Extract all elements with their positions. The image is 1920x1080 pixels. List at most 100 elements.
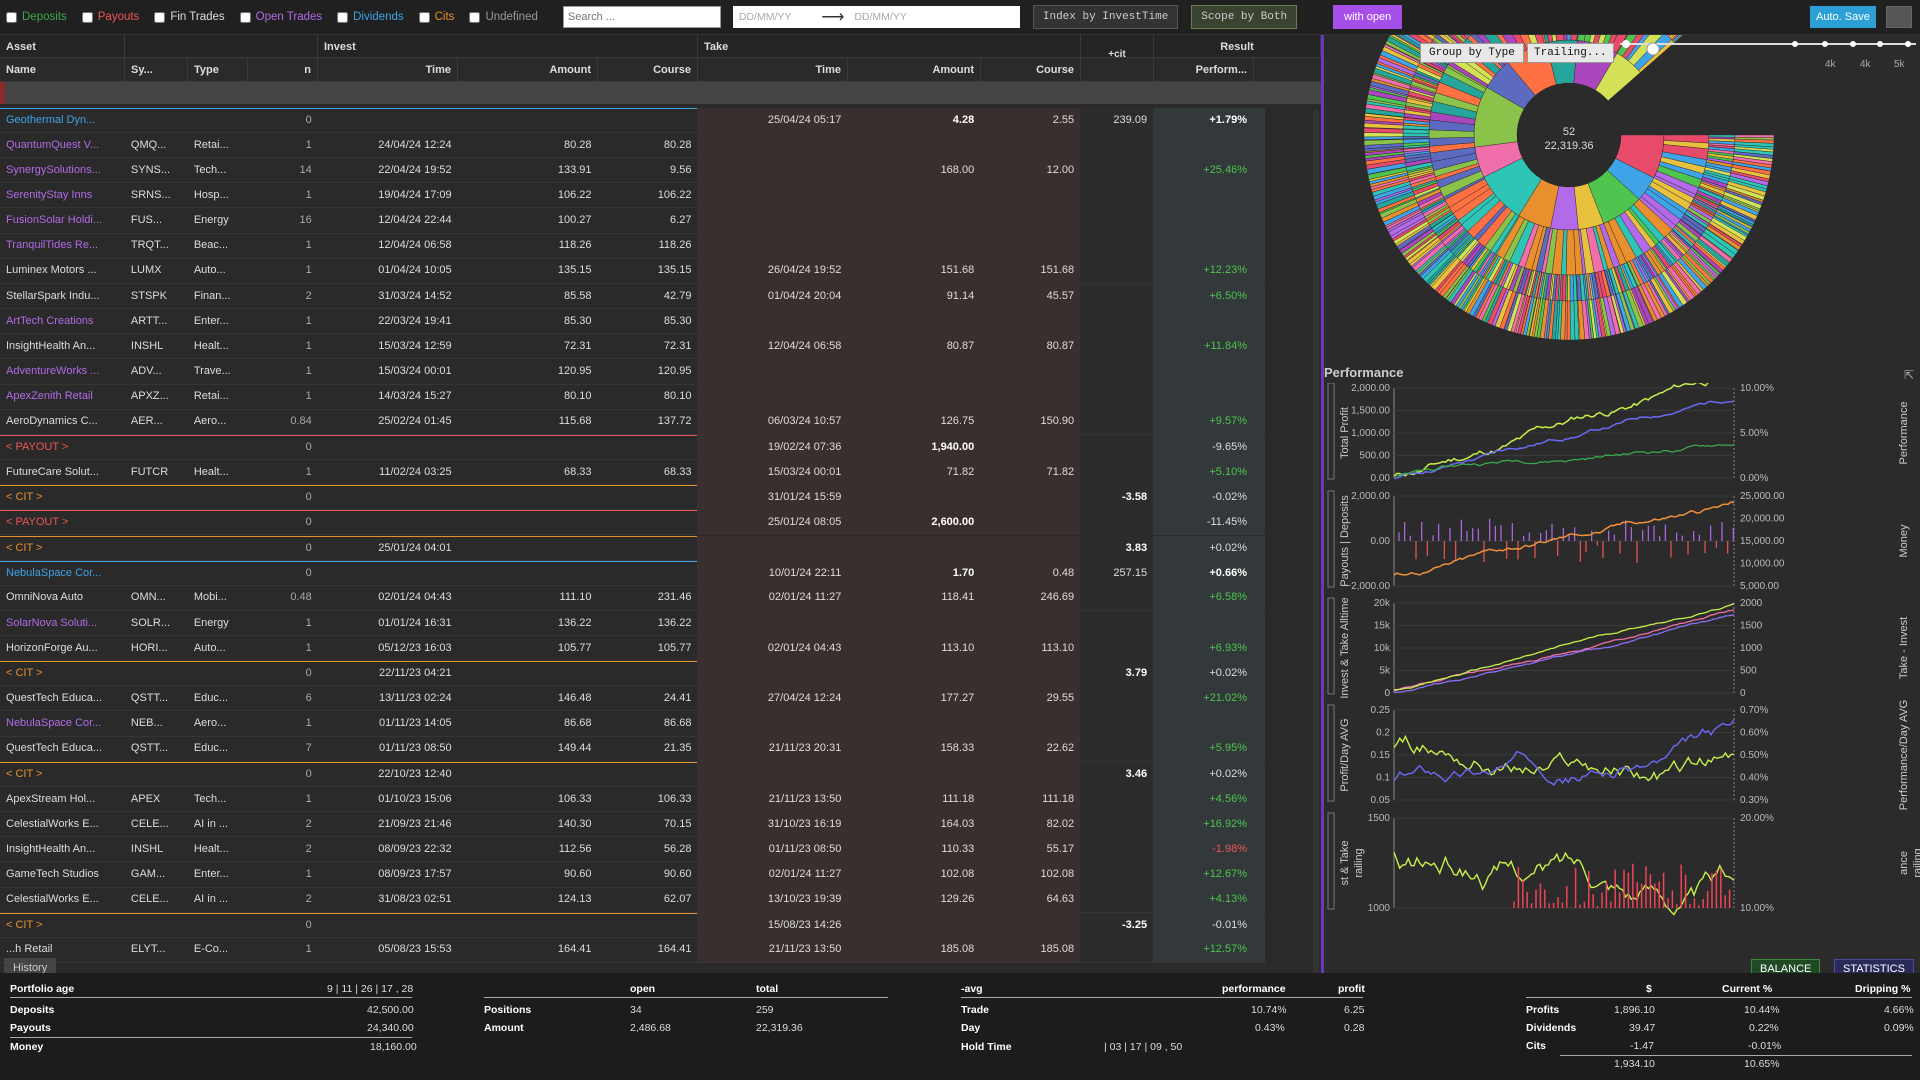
with-open-button[interactable]: with open (1333, 5, 1403, 29)
table-row[interactable]: QuestTech Educa... QSTT... Educ... 7 01/11/2… (0, 736, 1265, 762)
col-performance[interactable]: Perform... (1154, 58, 1254, 81)
table-row[interactable]: StellarSpark Indu... STSPK Finan... 2 31/03/… (0, 283, 1265, 310)
filter-deposits[interactable]: Deposits (6, 11, 67, 23)
table-row[interactable]: FutureCare Solut... FUTCR Healt... 1 11/02/2… (0, 459, 1265, 486)
cell-name[interactable]: < PAYOUT > (0, 510, 125, 535)
table-row[interactable]: < PAYOUT > 0 25/01/24 08:05 2,600.00 -11.45% (0, 510, 1265, 536)
filter-checkbox[interactable] (239, 11, 251, 23)
table-row[interactable]: ApexStream Hol... APEX Tech... 1 01/10/23 15… (0, 786, 1265, 813)
table-row[interactable]: AeroDynamics C... AER... Aero... 0.84 25/02/… (0, 409, 1265, 435)
cell-name[interactable]: StellarSpark Indu... (0, 284, 125, 309)
table-row[interactable]: < PAYOUT > 0 19/02/24 07:36 1,940.00 -9.65% (0, 434, 1265, 460)
table-row[interactable]: NebulaSpace Cor... 0 10/01/24 22:11 1.70 0.4… (0, 560, 1265, 586)
cell-name[interactable]: GameTech Studios (0, 862, 125, 887)
col-cit[interactable] (1081, 58, 1154, 81)
autosave-button[interactable]: Auto. Save (1810, 6, 1876, 28)
table-row[interactable]: GameTech Studios GAM... Enter... 1 08/09/23 … (0, 862, 1265, 888)
col-take-course[interactable]: Course (981, 58, 1081, 81)
table-row[interactable]: HorizonForge Au... HORI... Auto... 1 05/12/2… (0, 635, 1265, 662)
index-by-button[interactable]: Index by InvestTime (1032, 5, 1179, 29)
col-invest-time[interactable]: Time (318, 58, 458, 81)
panel-handle[interactable] (1327, 597, 1335, 695)
col-symbol[interactable]: Sy... (125, 58, 188, 81)
cell-name[interactable]: < CIT > (0, 485, 125, 510)
cell-name[interactable]: QuestTech Educa... (0, 736, 125, 761)
table-row[interactable]: ApexZenith Retail APXZ... Retai... 1 14/03/2… (0, 384, 1265, 410)
cell-name[interactable]: FusionSolar Holdi... (0, 208, 125, 233)
table-row[interactable]: ...h Retail ELYT... E-Co... 1 05/08/23 15:53… (0, 937, 1265, 963)
cell-name[interactable]: CelestialWorks E... (0, 812, 125, 837)
cell-name[interactable]: NebulaSpace Cor... (0, 561, 125, 586)
date-range-picker[interactable]: DD/MM/YY ⟶ DD/MM/YY (732, 6, 1020, 28)
table-row[interactable]: InsightHealth An... INSHL Healt... 1 15/03/2… (0, 333, 1265, 360)
col-name[interactable]: Name (0, 58, 125, 81)
cell-name[interactable]: < CIT > (0, 762, 125, 787)
table-row[interactable]: FusionSolar Holdi... FUS... Energy 16 12/04/… (0, 208, 1265, 234)
cell-name[interactable]: QuestTech Educa... (0, 686, 125, 711)
table-row[interactable]: InsightHealth An... INSHL Healt... 2 08/09/2… (0, 836, 1265, 863)
cell-name[interactable]: AdventureWorks ... (0, 359, 125, 384)
settings-square-button[interactable] (1886, 6, 1912, 28)
cell-name[interactable]: < CIT > (0, 536, 125, 561)
trailing-button[interactable]: Trailing... (1527, 43, 1614, 63)
search-input[interactable] (562, 6, 721, 28)
slider-handle-left[interactable] (1622, 40, 1630, 48)
table-row[interactable]: QuestTech Educa... QSTT... Educ... 6 13/11/2… (0, 685, 1265, 712)
table-row[interactable]: < CIT > 0 22/10/23 12:40 3.46 +0.02% (0, 761, 1265, 787)
table-row[interactable]: NebulaSpace Cor... NEB... Aero... 1 01/11/23… (0, 711, 1265, 737)
filter-checkbox[interactable] (337, 11, 349, 23)
panel-handle[interactable] (1327, 490, 1335, 588)
cell-name[interactable]: SynergySolutions... (0, 158, 125, 183)
filter-checkbox[interactable] (418, 11, 430, 23)
group-by-button[interactable]: Group by Type (1420, 43, 1524, 63)
date-to-input[interactable]: DD/MM/YY (854, 11, 907, 23)
cell-name[interactable]: Luminex Motors ... (0, 258, 125, 283)
col-invest-course[interactable]: Course (598, 58, 698, 81)
col-take-time[interactable]: Time (698, 58, 848, 81)
expand-icon[interactable]: ⇱ (1904, 368, 1914, 382)
sunburst-segment[interactable] (1363, 132, 1404, 138)
cell-name[interactable]: FutureCare Solut... (0, 460, 125, 485)
cell-name[interactable]: SerenityStay Inns (0, 183, 125, 208)
sunburst-segment[interactable] (1569, 274, 1575, 302)
table-scroll-tab[interactable] (1313, 110, 1319, 973)
cell-name[interactable]: AeroDynamics C... (0, 409, 125, 434)
date-from-input[interactable]: DD/MM/YY (739, 11, 792, 23)
cell-name[interactable]: ApexZenith Retail (0, 384, 125, 409)
sunburst-chart[interactable]: 52 22,319.36 (1324, 35, 1920, 365)
filter-fin-trades[interactable]: Fin Trades (154, 11, 225, 23)
filter-checkbox[interactable] (81, 11, 93, 23)
filter-checkbox[interactable] (469, 11, 481, 23)
cell-name[interactable]: QuantumQuest V... (0, 133, 125, 158)
table-row[interactable]: AdventureWorks ... ADV... Trave... 1 15/03/2… (0, 359, 1265, 385)
table-row[interactable]: CelestialWorks E... CELE... AI in ... 2 31/0… (0, 887, 1265, 913)
cell-name[interactable]: SolarNova Soluti... (0, 611, 125, 636)
filter-checkbox[interactable] (6, 11, 17, 23)
cell-name[interactable]: CelestialWorks E... (0, 887, 125, 912)
table-row[interactable]: < CIT > 0 22/11/23 04:21 3.79 +0.02% (0, 661, 1265, 687)
col-take-amount[interactable]: Amount (848, 58, 981, 81)
table-row[interactable]: < CIT > 0 25/01/24 04:01 3.83 +0.02% (0, 535, 1265, 561)
cell-name[interactable]: InsightHealth An... (0, 837, 125, 862)
table-row[interactable]: SynergySolutions... SYNS... Tech... 14 22/04… (0, 157, 1265, 184)
table-row[interactable]: < CIT > 0 15/08/23 14:26 -3.25 -0.01% (0, 912, 1265, 938)
table-row[interactable]: Geothermal Dyn... 0 25/04/24 05:17 4.28 2.55… (0, 108, 1265, 133)
cell-name[interactable]: < CIT > (0, 661, 125, 686)
filter-payouts[interactable]: Payouts (81, 11, 139, 23)
filter-open-trades[interactable]: Open Trades (239, 11, 322, 23)
cell-name[interactable]: ArtTech Creations (0, 309, 125, 334)
table-row[interactable]: < CIT > 0 31/01/24 15:59 -3.58 -0.02% (0, 485, 1265, 511)
cell-name[interactable]: HorizonForge Au... (0, 636, 125, 661)
filter-cits[interactable]: Cits (418, 11, 454, 23)
table-row[interactable]: TranquilTides Re... TRQT... Beac... 1 12/04/… (0, 233, 1265, 259)
table-row[interactable]: SolarNova Soluti... SOLR... Energy 1 01/01/2… (0, 610, 1265, 636)
panel-handle[interactable] (1327, 704, 1335, 802)
scope-by-button[interactable]: Scope by Both (1191, 5, 1298, 29)
cell-name[interactable]: OmniNova Auto (0, 585, 125, 610)
cell-name[interactable]: TranquilTides Re... (0, 233, 125, 258)
cell-name[interactable]: InsightHealth An... (0, 334, 125, 359)
cell-name[interactable]: ApexStream Hol... (0, 787, 125, 812)
table-row[interactable]: QuantumQuest V... QMQ... Retai... 1 24/04/24… (0, 132, 1265, 159)
table-row[interactable]: CelestialWorks E... CELE... AI in ... 2 21/0… (0, 811, 1265, 838)
cell-name[interactable]: < PAYOUT > (0, 435, 125, 460)
